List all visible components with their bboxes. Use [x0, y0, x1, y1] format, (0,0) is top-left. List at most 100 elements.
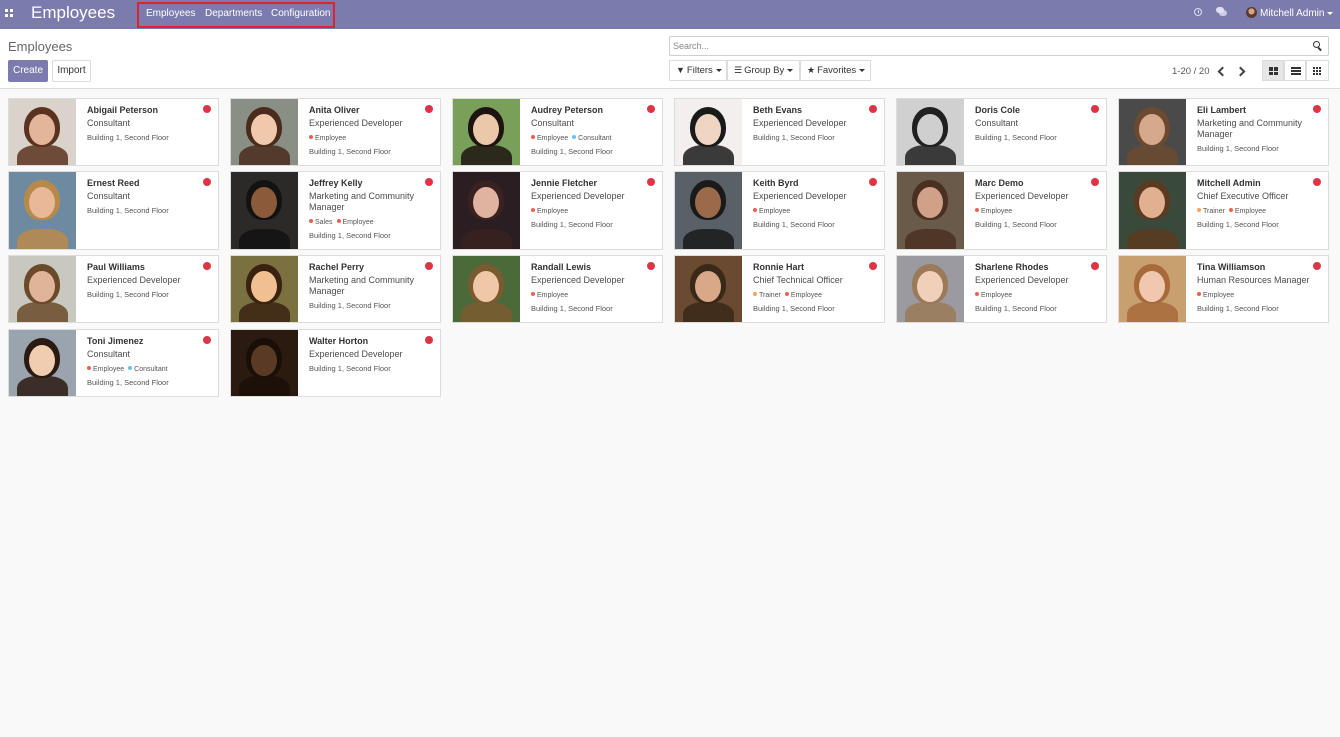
employee-location: Building 1, Second Floor	[87, 133, 169, 142]
search-icon[interactable]	[1313, 41, 1323, 51]
chevron-down-icon	[787, 68, 794, 72]
employee-card[interactable]: Randall Lewis Experienced Developer Employ…	[452, 255, 663, 323]
employee-card[interactable]: Sharlene Rhodes Experienced Developer Empl…	[896, 255, 1107, 323]
employee-card[interactable]: Rachel Perry Marketing and Community Mana…	[230, 255, 441, 323]
employee-card[interactable]: Tina Williamson Human Resources Manager Em…	[1118, 255, 1329, 323]
filters-button[interactable]: ▼ Filters	[669, 60, 727, 81]
chevron-down-icon	[1327, 11, 1334, 15]
employee-name: Doris Cole	[975, 105, 1021, 115]
employee-tag: Employee	[531, 135, 568, 142]
tag-color-dot	[531, 135, 535, 139]
tag-color-dot	[531, 208, 535, 212]
employee-card[interactable]: Walter Horton Experienced Developer Buildi…	[230, 329, 441, 397]
employee-tag: Consultant	[572, 135, 612, 142]
create-button[interactable]: Create	[8, 60, 48, 82]
employee-card[interactable]: Toni Jimenez Consultant Employee Consultant…	[8, 329, 219, 397]
employee-tag: Employee	[975, 208, 1012, 215]
activity-view-button[interactable]	[1306, 60, 1329, 81]
list-view-button[interactable]	[1284, 60, 1306, 81]
tag-color-dot	[1197, 292, 1201, 296]
employee-tag: Employee	[309, 135, 346, 142]
employee-job-title: Consultant	[87, 118, 131, 128]
menu-configuration[interactable]: Configuration	[271, 8, 330, 20]
employee-job-title: Marketing and Community Manager	[309, 275, 415, 296]
employee-photo	[675, 256, 742, 322]
tag-color-dot	[309, 219, 313, 223]
employee-card[interactable]: Jennie Fletcher Experienced Developer Empl…	[452, 171, 663, 250]
employee-name: Beth Evans	[753, 105, 803, 115]
employee-job-title: Experienced Developer	[309, 118, 403, 128]
activity-clock-icon[interactable]	[1194, 8, 1202, 16]
employee-card[interactable]: Paul Williams Experienced Developer Buildi…	[8, 255, 219, 323]
user-avatar[interactable]	[1246, 7, 1257, 18]
employee-card[interactable]: Eli Lambert Marketing and Community Manag…	[1118, 98, 1329, 166]
employee-tags: Trainer Employee	[753, 291, 822, 300]
employee-card[interactable]: Abigail Peterson Consultant Building 1, Se…	[8, 98, 219, 166]
employee-tag: Employee	[975, 292, 1012, 299]
import-button[interactable]: Import	[52, 60, 91, 82]
pager-next-icon[interactable]	[1236, 65, 1248, 77]
employee-card[interactable]: Jeffrey Kelly Marketing and Community Man…	[230, 171, 441, 250]
kanban-view-button[interactable]	[1262, 60, 1284, 81]
employee-name: Toni Jimenez	[87, 336, 144, 346]
employee-tags: Employee	[975, 291, 1012, 300]
employee-tags: Employee Consultant	[531, 134, 612, 143]
employee-card[interactable]: Ronnie Hart Chief Technical Officer Traine…	[674, 255, 885, 323]
pager-previous-icon[interactable]	[1215, 65, 1227, 77]
employee-location: Building 1, Second Floor	[531, 220, 613, 229]
messaging-icon[interactable]	[1216, 7, 1227, 16]
employee-tag: Employee	[784, 292, 822, 299]
favorites-label: Favorites	[817, 65, 857, 76]
employee-photo	[675, 172, 742, 249]
employee-tag: Employee	[1197, 292, 1234, 299]
employee-name: Eli Lambert	[1197, 105, 1247, 115]
employee-name: Randall Lewis	[531, 262, 592, 272]
employee-photo	[1119, 172, 1186, 249]
employee-card[interactable]: Marc Demo Experienced Developer Employee Bu…	[896, 171, 1107, 250]
tag-label: Employee	[537, 208, 569, 215]
employee-job-title: Experienced Developer	[309, 349, 403, 359]
menu-employees[interactable]: Employees	[146, 8, 195, 20]
employee-tag: Employee	[1228, 208, 1266, 215]
tag-label: Employee	[981, 292, 1013, 299]
employee-name: Tina Williamson	[1197, 262, 1266, 272]
menu-departments[interactable]: Departments	[205, 8, 262, 20]
employee-card[interactable]: Doris Cole Consultant Building 1, Second F…	[896, 98, 1107, 166]
employee-tag: Trainer	[753, 292, 781, 299]
app-title[interactable]: Employees	[31, 3, 115, 23]
employee-tag: Employee	[531, 208, 568, 215]
employee-tag: Employee	[753, 208, 790, 215]
employee-name: Sharlene Rhodes	[975, 262, 1049, 272]
user-menu[interactable]: Mitchell Admin	[1260, 8, 1334, 20]
employee-tag: Sales	[309, 219, 333, 226]
presence-status-icon	[869, 262, 877, 270]
presence-status-icon	[647, 262, 655, 270]
employee-tag: Consultant	[128, 366, 168, 373]
favorites-button[interactable]: ★ Favorites	[800, 60, 871, 81]
employee-name: Jeffrey Kelly	[309, 178, 363, 188]
tag-color-dot	[531, 292, 535, 296]
pager-value[interactable]: 1-20 / 20	[1172, 66, 1210, 77]
group-by-button[interactable]: ☰ Group By	[727, 60, 800, 81]
employee-tags: Employee	[531, 207, 568, 216]
tag-label: Employee	[759, 208, 791, 215]
employee-card[interactable]: Audrey Peterson Consultant Employee Consult…	[452, 98, 663, 166]
employee-photo	[231, 99, 298, 165]
tag-label: Employee	[981, 208, 1013, 215]
employee-location: Building 1, Second Floor	[309, 147, 391, 156]
employee-location: Building 1, Second Floor	[531, 147, 613, 156]
kanban-icon	[1269, 67, 1278, 75]
employee-card[interactable]: Beth Evans Experienced Developer Building …	[674, 98, 885, 166]
apps-menu-icon[interactable]	[5, 9, 13, 17]
search-input[interactable]	[673, 39, 1293, 53]
tag-color-dot	[87, 366, 91, 370]
employee-photo	[675, 99, 742, 165]
employee-card[interactable]: Mitchell Admin Chief Executive Officer Tra…	[1118, 171, 1329, 250]
employee-job-title: Marketing and Community Manager	[1197, 118, 1303, 139]
employee-job-title: Chief Executive Officer	[1197, 191, 1289, 201]
employee-job-title: Consultant	[87, 191, 131, 201]
employee-card[interactable]: Keith Byrd Experienced Developer Employee B…	[674, 171, 885, 250]
employee-card[interactable]: Ernest Reed Consultant Building 1, Second …	[8, 171, 219, 250]
employee-job-title: Experienced Developer	[975, 191, 1069, 201]
employee-card[interactable]: Anita Oliver Experienced Developer Employe…	[230, 98, 441, 166]
